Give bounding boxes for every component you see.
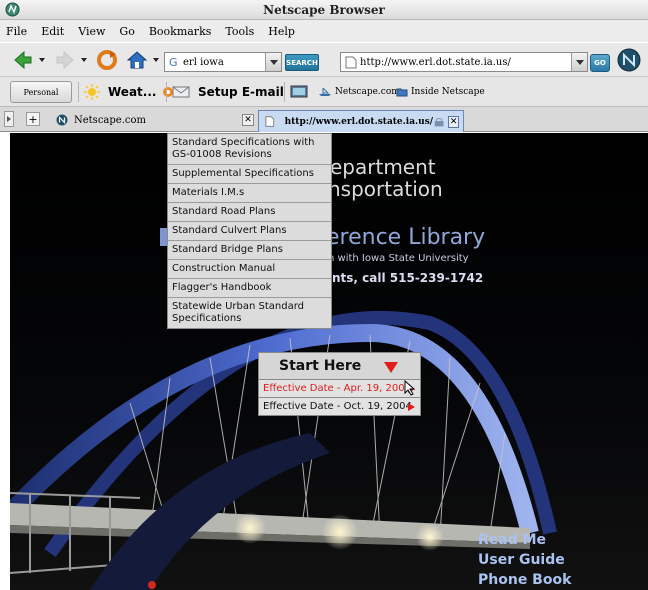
netscape-throbber[interactable] — [616, 47, 642, 73]
menu-help[interactable]: Help — [268, 25, 295, 38]
setup-email-label: Setup E-mail — [198, 85, 284, 99]
heading-line-2: nsportation — [328, 177, 443, 201]
phone-book-link[interactable]: Phone Book — [478, 570, 571, 590]
security-lock-icon — [434, 117, 444, 126]
partnership-text: h with Iowa State University — [328, 253, 469, 264]
read-me-link[interactable]: Read Me — [478, 530, 571, 550]
tab-netscape-com[interactable]: Netscape.com ✕ — [52, 109, 254, 131]
forward-button[interactable] — [52, 49, 78, 71]
close-tab-icon[interactable]: ✕ — [448, 115, 459, 128]
page-icon — [265, 116, 275, 127]
menu-item-supplemental-specifications[interactable]: Supplemental Specifications — [168, 165, 331, 184]
personal-toolbar: Personal Weat... Setup E-mail Netscape.c… — [0, 76, 648, 106]
title-bar: Netscape Browser — [0, 0, 648, 20]
menu-view[interactable]: View — [78, 25, 105, 38]
forward-arrow-icon — [56, 50, 74, 70]
netscape-com-bookmark[interactable]: Netscape.com — [318, 81, 400, 103]
chevron-down-icon — [153, 58, 159, 62]
home-icon — [126, 51, 148, 69]
home-dropdown[interactable] — [152, 53, 160, 67]
tab-label: Netscape.com — [74, 114, 146, 126]
toolbar-separator — [284, 82, 285, 102]
monitor-icon — [290, 85, 308, 98]
effective-date-apr-2005-link[interactable]: Effective Date - Apr. 19, 2005 — [259, 379, 420, 397]
reload-button[interactable] — [94, 48, 120, 72]
menu-item-materials-ims[interactable]: Materials I.M.s — [168, 184, 331, 203]
toolbar-separator — [78, 82, 79, 102]
back-arrow-icon — [14, 50, 32, 70]
search-engine-dropdown[interactable] — [265, 53, 281, 71]
back-button[interactable] — [10, 49, 36, 71]
go-button[interactable]: GO — [590, 54, 610, 72]
svg-text:G: G — [169, 56, 178, 68]
page-icon — [345, 56, 357, 68]
phone-text: nts, call 515-239-1742 — [332, 271, 484, 285]
menu-edit[interactable]: Edit — [41, 25, 64, 38]
search-input[interactable]: erl iowa — [180, 57, 265, 68]
tab-bar: + Netscape.com ✕ http://www.erl.dot.stat… — [0, 106, 648, 132]
menu-item-construction-manual[interactable]: Construction Manual — [168, 260, 331, 279]
start-here-title[interactable]: Start Here — [259, 353, 420, 379]
home-button[interactable] — [124, 48, 150, 72]
specifications-menu: Standard Specifications with GS-01008 Re… — [167, 133, 332, 329]
netscape-n-icon — [617, 48, 641, 72]
url-input[interactable]: http://www.erl.dot.state.ia.us/ — [357, 57, 571, 68]
search-button[interactable]: SEARCH — [285, 54, 319, 71]
setup-email-button[interactable]: Setup E-mail — [172, 81, 302, 103]
chevron-right-icon — [7, 116, 11, 122]
chevron-down-icon — [39, 58, 45, 62]
bottom-links: Read Me User Guide Phone Book — [478, 530, 571, 590]
effective-date-oct-2004-link[interactable]: Effective Date - Oct. 19, 2004 — [259, 397, 420, 415]
menu-tools[interactable]: Tools — [225, 25, 254, 38]
menu-bookmarks[interactable]: Bookmarks — [149, 25, 212, 38]
weather-button[interactable]: Weat... — [84, 81, 174, 103]
mouse-cursor-icon — [404, 380, 416, 396]
menu-file[interactable]: File — [6, 25, 27, 38]
close-tab-icon[interactable]: ✕ — [242, 114, 254, 126]
navigation-toolbar: G erl iowa SEARCH http://www.erl.dot.sta… — [0, 42, 648, 76]
menu-item-standard-bridge-plans[interactable]: Standard Bridge Plans — [168, 241, 331, 260]
menu-item-flaggers-handbook[interactable]: Flagger's Handbook — [168, 279, 331, 298]
sun-icon — [84, 84, 100, 100]
menu-bar: File Edit View Go Bookmarks Tools Help — [0, 20, 648, 42]
folder-icon — [396, 88, 408, 97]
email-envelope-icon — [172, 86, 190, 98]
google-g-icon: G — [169, 56, 178, 68]
inside-netscape-bookmark[interactable]: Inside Netscape — [396, 81, 485, 103]
netscape-channel-button[interactable] — [290, 81, 308, 103]
back-history-dropdown[interactable] — [38, 53, 46, 67]
menu-go[interactable]: Go — [119, 25, 134, 38]
personal-label: Personal — [23, 87, 59, 97]
weather-label: Weat... — [108, 85, 157, 99]
menu-item-standard-specifications[interactable]: Standard Specifications with GS-01008 Re… — [168, 134, 331, 165]
bookmark-ship-icon — [319, 87, 331, 96]
url-history-dropdown[interactable] — [571, 53, 587, 71]
start-here-box: Start Here Effective Date - Apr. 19, 200… — [258, 352, 421, 416]
heading-line-1: epartment — [330, 155, 436, 179]
user-guide-link[interactable]: User Guide — [478, 550, 571, 570]
tab-label: http://www.erl.dot.state.ia.us/ — [284, 116, 434, 127]
menu-item-standard-culvert-plans[interactable]: Standard Culvert Plans — [168, 222, 331, 241]
menu-item-statewide-urban-specifications[interactable]: Statewide Urban Standard Specifications — [168, 298, 331, 328]
search-combo[interactable]: G erl iowa — [164, 52, 282, 72]
plus-icon: + — [28, 112, 38, 126]
reload-icon — [97, 50, 117, 70]
library-title: erence Library — [326, 225, 486, 250]
forward-history-dropdown[interactable] — [80, 53, 88, 67]
url-bar[interactable]: http://www.erl.dot.state.ia.us/ — [340, 52, 588, 72]
tab-erl-site[interactable]: http://www.erl.dot.state.ia.us/ ✕ — [258, 110, 464, 132]
netscape-n-icon — [56, 114, 68, 126]
netscape-com-label: Netscape.com — [335, 87, 400, 97]
new-tab-button[interactable]: + — [26, 112, 40, 126]
tab-scroll-left-button[interactable] — [4, 111, 14, 127]
menu-item-standard-road-plans[interactable]: Standard Road Plans — [168, 203, 331, 222]
personal-button[interactable]: Personal — [10, 81, 72, 103]
chevron-down-icon — [81, 58, 87, 62]
toolbar-separator — [166, 82, 167, 102]
window-title: Netscape Browser — [263, 3, 385, 17]
inside-netscape-label: Inside Netscape — [411, 87, 485, 97]
